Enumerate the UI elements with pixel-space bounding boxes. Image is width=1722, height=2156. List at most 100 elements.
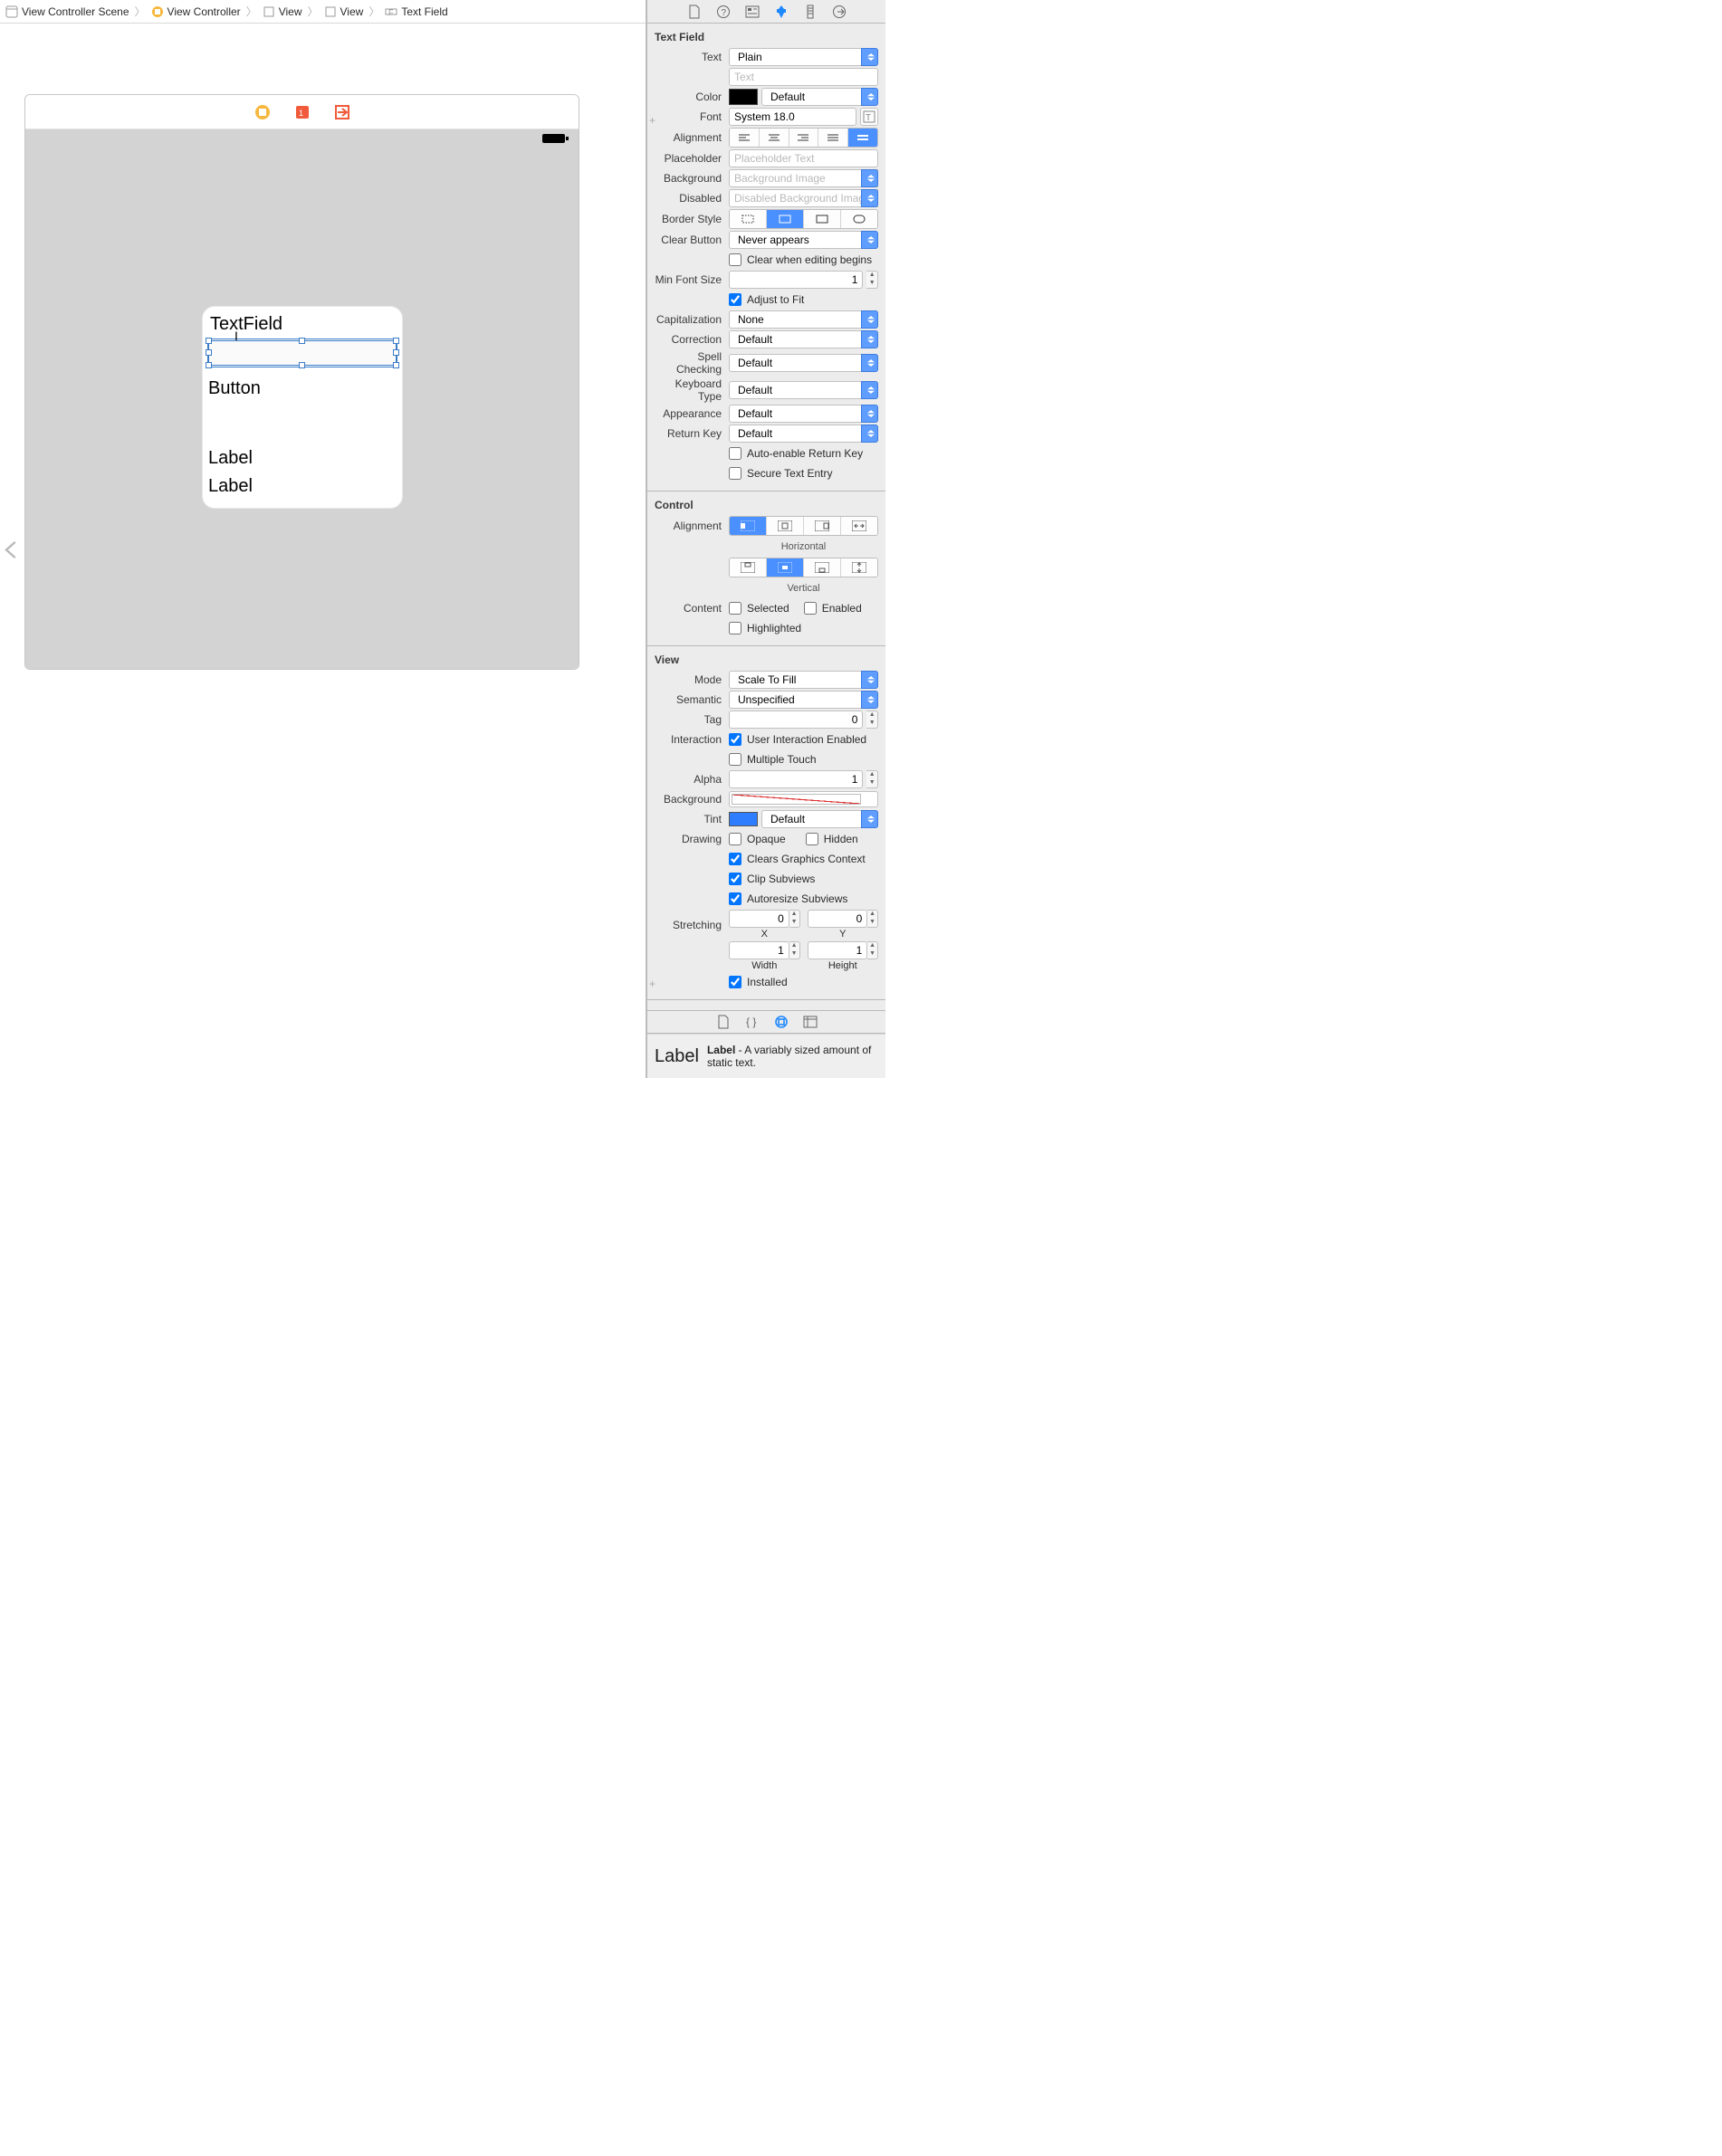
halign-right-button[interactable] [804,517,841,535]
valign-fill-button[interactable] [841,558,877,577]
vertical-alignment-segmented[interactable] [729,558,878,577]
stretch-y-stepper[interactable]: ▲▼ [867,910,878,928]
adjust-to-fit-checkbox[interactable] [729,293,741,306]
user-interaction-checkbox[interactable] [729,733,741,746]
text-alignment-segmented[interactable] [729,128,878,148]
alpha-stepper[interactable]: ▲▼ [866,770,878,788]
content-view[interactable]: TextField I Button Label Label [202,306,403,509]
canvas-selected-textfield[interactable]: I [208,340,397,366]
highlighted-checkbox[interactable] [729,622,741,634]
stretch-width-input[interactable] [729,941,789,959]
view-background-combo[interactable] [729,791,878,807]
canvas-label-2[interactable]: Label [208,476,397,497]
enabled-checkbox[interactable] [804,602,817,615]
spell-checking-select[interactable]: Default [729,354,878,372]
halign-center-button[interactable] [767,517,804,535]
scene-tool-first-responder-icon[interactable]: 1 [293,103,311,121]
canvas-label-1[interactable]: Label [208,448,397,469]
autoresize-checkbox[interactable] [729,892,741,905]
text-style-select[interactable]: Plain [729,48,878,66]
selected-checkbox[interactable] [729,602,741,615]
font-picker-icon[interactable]: T [860,108,878,126]
min-font-input[interactable] [729,271,863,289]
canvas-button[interactable]: Button [208,378,397,399]
color-select[interactable]: Default [761,88,878,106]
valign-bottom-button[interactable] [804,558,841,577]
stretch-y-input[interactable] [808,910,868,928]
clear-button-select[interactable]: Never appears [729,231,878,249]
code-snippet-library-tab[interactable]: { } [744,1014,761,1030]
clip-subviews-checkbox[interactable] [729,873,741,885]
stretch-width-stepper[interactable]: ▲▼ [789,941,800,959]
color-swatch[interactable] [729,89,758,105]
background-image-combo[interactable] [729,169,878,187]
file-inspector-tab[interactable] [686,4,703,20]
clears-graphics-checkbox[interactable] [729,853,741,865]
library-item-label[interactable]: Label Label - A variably sized amount of… [647,1034,885,1078]
capitalization-select[interactable]: None [729,310,878,329]
align-left-button[interactable] [730,129,760,147]
file-template-library-tab[interactable] [715,1014,732,1030]
appearance-select[interactable]: Default [729,405,878,423]
back-arrow-icon[interactable] [2,539,22,562]
stretch-height-input[interactable] [808,941,868,959]
breadcrumb-view-controller[interactable]: View Controller [149,5,243,18]
alpha-input[interactable] [729,770,863,788]
breadcrumb-view-controller-scene[interactable]: View Controller Scene [4,5,131,18]
border-line-button[interactable] [767,210,804,228]
tag-input[interactable] [729,711,863,729]
halign-left-button[interactable] [730,517,767,535]
breadcrumb-text-field[interactable]: F Text Field [383,5,449,18]
connections-inspector-tab[interactable] [831,4,847,20]
correction-select[interactable]: Default [729,330,878,348]
valign-top-button[interactable] [730,558,767,577]
object-library-tab[interactable] [773,1014,789,1030]
auto-enable-return-checkbox[interactable] [729,447,741,460]
scene-tool-exit-icon[interactable] [333,103,351,121]
attributes-inspector-tab[interactable] [773,4,789,20]
align-natural-button[interactable] [848,129,877,147]
canvas-area[interactable]: 1 TextField I [0,24,646,1078]
canvas-body[interactable]: TextField I Button Label Label [25,129,579,669]
halign-fill-button[interactable] [841,517,877,535]
secure-text-checkbox[interactable] [729,467,741,480]
border-none-button[interactable] [730,210,767,228]
tint-swatch[interactable] [729,812,758,826]
stretch-x-input[interactable] [729,910,789,928]
align-right-button[interactable] [789,129,819,147]
breadcrumb-view[interactable]: View [261,5,304,18]
stretch-height-stepper[interactable]: ▲▼ [867,941,878,959]
border-bezel-button[interactable] [804,210,841,228]
hidden-checkbox[interactable] [806,833,818,845]
min-font-stepper[interactable]: ▲▼ [866,271,878,289]
installed-checkbox[interactable] [729,976,741,988]
valign-center-button[interactable] [767,558,804,577]
horizontal-alignment-segmented[interactable] [729,516,878,536]
align-center-button[interactable] [760,129,789,147]
placeholder-input[interactable] [729,149,878,167]
disabled-image-combo[interactable] [729,189,878,207]
semantic-select[interactable]: Unspecified [729,691,878,709]
mode-select[interactable]: Scale To Fill [729,671,878,689]
add-font-variant-icon[interactable]: + [649,114,655,127]
border-rounded-button[interactable] [841,210,877,228]
align-justify-button[interactable] [818,129,848,147]
text-value-input[interactable] [729,68,878,86]
tag-stepper[interactable]: ▲▼ [866,711,878,729]
clear-when-editing-checkbox[interactable] [729,253,741,266]
size-inspector-tab[interactable] [802,4,818,20]
breadcrumb-view-2[interactable]: View [322,5,366,18]
multiple-touch-checkbox[interactable] [729,753,741,766]
border-style-segmented[interactable] [729,209,878,229]
return-key-select[interactable]: Default [729,425,878,443]
keyboard-type-select[interactable]: Default [729,381,878,399]
scene-tool-circle-icon[interactable] [254,103,272,121]
media-library-tab[interactable] [802,1014,818,1030]
help-inspector-tab[interactable]: ? [715,4,732,20]
identity-inspector-tab[interactable] [744,4,761,20]
opaque-checkbox[interactable] [729,833,741,845]
font-input[interactable] [729,108,856,126]
add-variant-icon[interactable]: + [649,978,655,990]
tint-select[interactable]: Default [761,810,878,828]
stretch-x-stepper[interactable]: ▲▼ [789,910,800,928]
